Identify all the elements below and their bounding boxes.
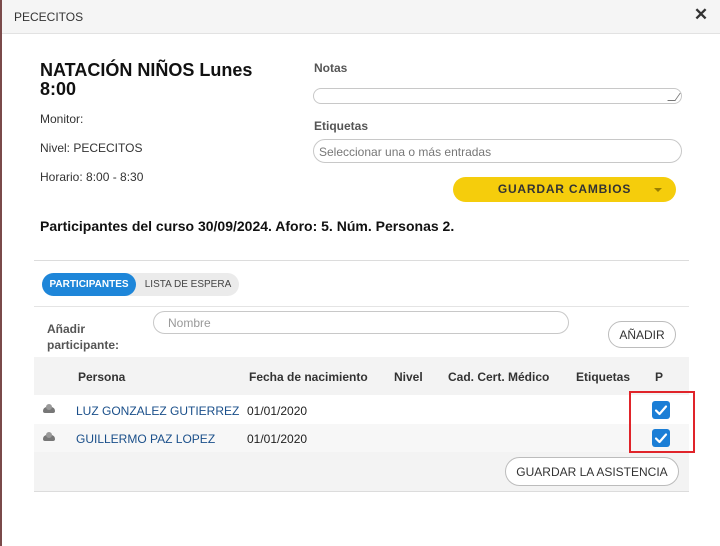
participant-name-link[interactable]: LUZ GONZALEZ GUTIERREZ bbox=[76, 404, 239, 418]
level-text: Nivel: PECECITOS bbox=[40, 141, 143, 155]
participant-name-link[interactable]: GUILLERMO PAZ LOPEZ bbox=[76, 432, 215, 446]
table-row: LUZ GONZALEZ GUTIERREZ 01/01/2020 bbox=[34, 396, 689, 424]
notes-label: Notas bbox=[314, 61, 348, 75]
course-title: NATACIÓN NIÑOS Lunes 8:00 bbox=[40, 60, 253, 99]
birth-date: 01/01/2020 bbox=[247, 404, 308, 418]
tab-lista-espera[interactable]: LISTA DE ESPERA bbox=[140, 273, 236, 296]
divider bbox=[34, 260, 689, 261]
person-icon bbox=[43, 404, 55, 413]
save-attendance-button[interactable]: GUARDAR LA ASISTENCIA bbox=[505, 457, 679, 486]
chevron-down-icon bbox=[654, 188, 662, 192]
column-header-cert[interactable]: Cad. Cert. Médico bbox=[448, 370, 549, 384]
add-participant-button[interactable]: AÑADIR bbox=[608, 321, 676, 348]
dialog-titlebar: PECECITOS ✕ bbox=[2, 0, 720, 34]
dialog-title: PECECITOS bbox=[14, 10, 84, 24]
table-footer: GUARDAR LA ASISTENCIA bbox=[34, 452, 689, 492]
birth-date: 01/01/2020 bbox=[247, 432, 308, 446]
participant-name-input[interactable]: Nombre bbox=[153, 311, 569, 334]
tab-participantes[interactable]: PARTICIPANTES bbox=[42, 273, 136, 296]
tab-bar: PARTICIPANTES LISTA DE ESPERA bbox=[42, 273, 239, 296]
save-changes-label: GUARDAR CAMBIOS bbox=[497, 182, 632, 196]
table-row: GUILLERMO PAZ LOPEZ 01/01/2020 bbox=[34, 424, 689, 452]
column-header-nivel[interactable]: Nivel bbox=[394, 370, 423, 384]
notes-textarea[interactable] bbox=[313, 88, 682, 104]
table-header: Persona Fecha de nacimiento Nivel Cad. C… bbox=[34, 357, 689, 395]
divider bbox=[34, 306, 689, 307]
tags-label: Etiquetas bbox=[314, 119, 369, 133]
add-participant-label: Añadir participante: bbox=[47, 322, 120, 352]
highlight-box bbox=[629, 391, 695, 453]
column-header-persona[interactable]: Persona bbox=[78, 370, 125, 384]
column-header-fecha[interactable]: Fecha de nacimiento bbox=[249, 370, 368, 384]
save-changes-button[interactable]: GUARDAR CAMBIOS bbox=[453, 177, 676, 202]
column-header-present[interactable]: P bbox=[655, 370, 663, 384]
column-header-etiquetas[interactable]: Etiquetas bbox=[576, 370, 630, 384]
close-icon[interactable]: ✕ bbox=[692, 6, 710, 24]
background-edge bbox=[0, 0, 2, 546]
tags-select[interactable]: Seleccionar una o más entradas bbox=[313, 139, 682, 163]
resize-grip-icon[interactable] bbox=[667, 93, 681, 101]
schedule-text: Horario: 8:00 - 8:30 bbox=[40, 170, 144, 184]
monitor-text: Monitor: bbox=[40, 112, 84, 126]
participants-summary: Participantes del curso 30/09/2024. Afor… bbox=[40, 218, 455, 234]
person-icon bbox=[43, 432, 55, 441]
